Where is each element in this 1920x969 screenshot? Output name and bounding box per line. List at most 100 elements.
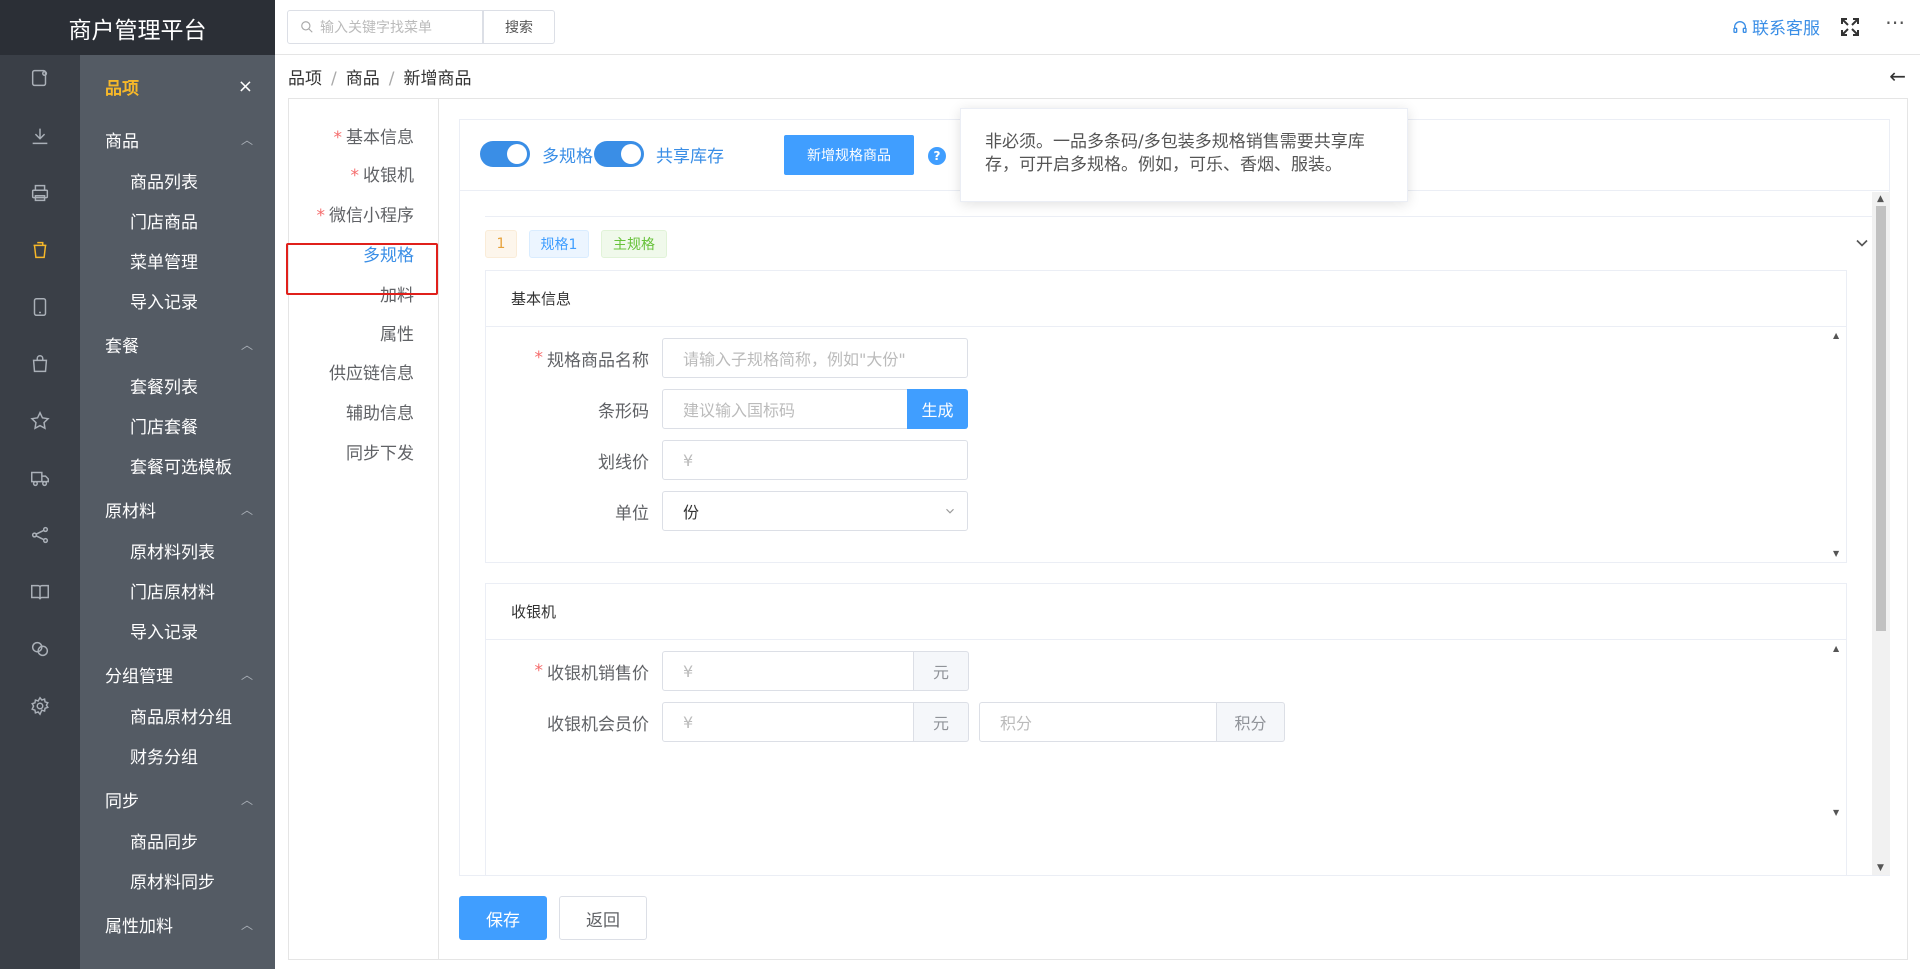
menu-item[interactable]: 导入记录 [80, 280, 275, 320]
points-addon: 积分 [1216, 702, 1285, 742]
coupon-icon[interactable] [28, 637, 52, 661]
strike-price-row: 划线价 ¥ [486, 440, 1846, 480]
chevron-up-icon: ︿ [240, 917, 253, 932]
menu-item[interactable]: 菜单管理 [80, 240, 275, 280]
help-tooltip: 非必须。一品多条码/多包装多规格销售需要共享库存，可开启多规格。例如，可乐、香烟… [960, 108, 1408, 202]
download-icon[interactable] [28, 124, 52, 148]
spec-name-input[interactable]: 请输入子规格简称，例如"大份" [662, 338, 968, 378]
barcode-input[interactable]: 建议输入国标码 [662, 389, 908, 429]
section-nav-item[interactable]: 属性 [380, 320, 414, 345]
truck-icon[interactable] [28, 466, 52, 490]
save-button[interactable]: 保存 [459, 896, 547, 940]
sign-icon[interactable] [28, 66, 52, 90]
menu-group[interactable]: 商品 ︿ [80, 118, 275, 160]
search-placeholder: 输入关键字找菜单 [320, 20, 432, 36]
spec-name-row: * 规格商品名称 请输入子规格简称，例如"大份" [486, 338, 1846, 378]
pos-sale-price-input[interactable]: ¥ [662, 651, 914, 691]
section-nav-item[interactable]: * 基本信息 [334, 123, 415, 148]
sub-menu: 品项 × 商品 ︿ 商品列表 门店商品 菜单管理 导入记录 套餐 ︿ 套餐列表 门店套餐 套餐可选模… [80, 55, 275, 969]
menu-item[interactable]: 商品原材分组 [80, 695, 275, 735]
menu-item[interactable]: 导入记录 [80, 610, 275, 650]
section-nav-item[interactable]: 同步下发 [346, 439, 414, 464]
back-button[interactable]: 返回 [559, 896, 647, 940]
menu-group-label: 套餐 [105, 336, 139, 357]
shared-stock-switch[interactable]: 共享库存 [594, 141, 724, 167]
menu-item[interactable]: 门店商品 [80, 200, 275, 240]
menu-item[interactable]: 财务分组 [80, 735, 275, 775]
points-input[interactable]: 积分 [979, 702, 1217, 742]
pos-member-price-input[interactable]: ¥ [662, 702, 914, 742]
generate-button[interactable]: 生成 [907, 389, 968, 429]
section-nav-label: 属性 [380, 325, 414, 345]
search-input[interactable]: 输入关键字找菜单 [287, 10, 483, 44]
tablet-icon[interactable] [28, 295, 52, 319]
chevron-up-icon: ︿ [240, 667, 253, 682]
menu-group-label: 属性加料 [105, 916, 173, 937]
search-button[interactable]: 搜索 [483, 10, 555, 44]
yuan-addon: 元 [913, 651, 969, 691]
menu-group-label: 分组管理 [105, 666, 173, 687]
highlight-box [286, 243, 438, 295]
section-nav-item[interactable]: 供应链信息 [329, 359, 414, 384]
menu-item[interactable]: 商品同步 [80, 820, 275, 860]
breadcrumb-current: 新增商品 [403, 69, 472, 89]
menu-group[interactable]: 分组管理 ︿ [80, 653, 275, 695]
chevron-up-icon: ︿ [240, 792, 253, 807]
strike-price-label: 划线价 [598, 452, 649, 473]
menu-group[interactable]: 套餐 ︿ [80, 323, 275, 365]
shared-stock-label: 共享库存 [656, 146, 724, 167]
contact-service-link[interactable]: 联系客服 [1732, 14, 1820, 39]
book-icon[interactable] [28, 580, 52, 604]
scrollbar-thumb[interactable] [1876, 206, 1886, 631]
pos-member-price-row: 收银机会员价 ¥ 元 积分 积分 [486, 702, 1846, 742]
section-nav-item[interactable]: * 微信小程序 [317, 201, 415, 226]
menu-item[interactable]: 商品列表 [80, 160, 275, 200]
more-icon[interactable]: ⋯ [1885, 10, 1906, 34]
menu-item[interactable]: 套餐可选模板 [80, 445, 275, 485]
toggle[interactable] [480, 141, 530, 167]
menu-group-label: 商品 [105, 131, 139, 152]
help-icon[interactable]: ? [928, 147, 946, 165]
add-spec-button[interactable]: 新增规格商品 [784, 135, 914, 175]
breadcrumb-item[interactable]: 品项 [288, 69, 322, 89]
menu-group[interactable]: 属性加料 ︿ [80, 903, 275, 945]
multi-spec-switch[interactable]: 多规格 [480, 141, 593, 167]
star-icon[interactable] [28, 409, 52, 433]
section-nav-item[interactable]: 辅助信息 [346, 399, 414, 424]
gear-icon[interactable] [28, 694, 52, 718]
menu-item[interactable]: 原材料列表 [80, 530, 275, 570]
section-nav-item[interactable]: * 收银机 [351, 161, 415, 186]
menu-item[interactable]: 门店套餐 [80, 405, 275, 445]
toggle[interactable] [594, 141, 644, 167]
section-nav-label: 供应链信息 [329, 364, 414, 384]
menu-group[interactable]: 原材料 ︿ [80, 488, 275, 530]
unit-select[interactable]: 份 [662, 491, 968, 531]
search-icon [301, 21, 313, 33]
service-label: 联系客服 [1752, 19, 1820, 39]
breadcrumb-item[interactable]: 商品 [346, 69, 380, 89]
spec-name-label: 规格商品名称 [547, 350, 649, 371]
main-panel: * 基本信息 * 收银机 * 微信小程序 多规格 加料 属性 供应链信息 辅助信息 同步下发 多规格 … [286, 98, 1908, 960]
menu-item[interactable]: 套餐列表 [80, 365, 275, 405]
chevron-down-icon[interactable] [1852, 233, 1872, 253]
fullscreen-icon[interactable] [1838, 15, 1862, 39]
menu-group-label: 原材料 [105, 501, 156, 522]
strike-price-input[interactable]: ¥ [662, 440, 968, 480]
menu-group[interactable]: 同步 ︿ [80, 778, 275, 820]
pos-sale-price-row: * 收银机销售价 ¥ 元 [486, 651, 1846, 691]
spec-basic-info: 基本信息 ▲ ▼ * 规格商品名称 请输入子规格简称，例如"大份" 条形码 建议输入… [485, 270, 1847, 563]
menu-item[interactable]: 门店原材料 [80, 570, 275, 610]
spec-index-tag: 1 [485, 230, 517, 258]
close-icon[interactable]: × [238, 76, 253, 97]
back-arrow-icon[interactable]: ← [1889, 64, 1906, 88]
bag-icon[interactable] [28, 352, 52, 376]
card-scrollbar[interactable]: ▲ ▼ [1872, 192, 1890, 875]
breadcrumb: 品项 / 商品 / 新增商品 [288, 69, 472, 89]
spec-tag-row[interactable]: 1 规格1 主规格 [485, 216, 1872, 262]
spec-scroll-area[interactable]: 1 规格1 主规格 基本信息 ▲ ▼ * 规格商品名称 请输入子规格简称，例如"大份… [460, 192, 1872, 875]
share-icon[interactable] [28, 523, 52, 547]
cup-icon[interactable] [28, 238, 52, 262]
printer-icon[interactable] [28, 181, 52, 205]
menu-item[interactable]: 原材料同步 [80, 860, 275, 900]
main-spec-tag: 主规格 [601, 230, 667, 258]
